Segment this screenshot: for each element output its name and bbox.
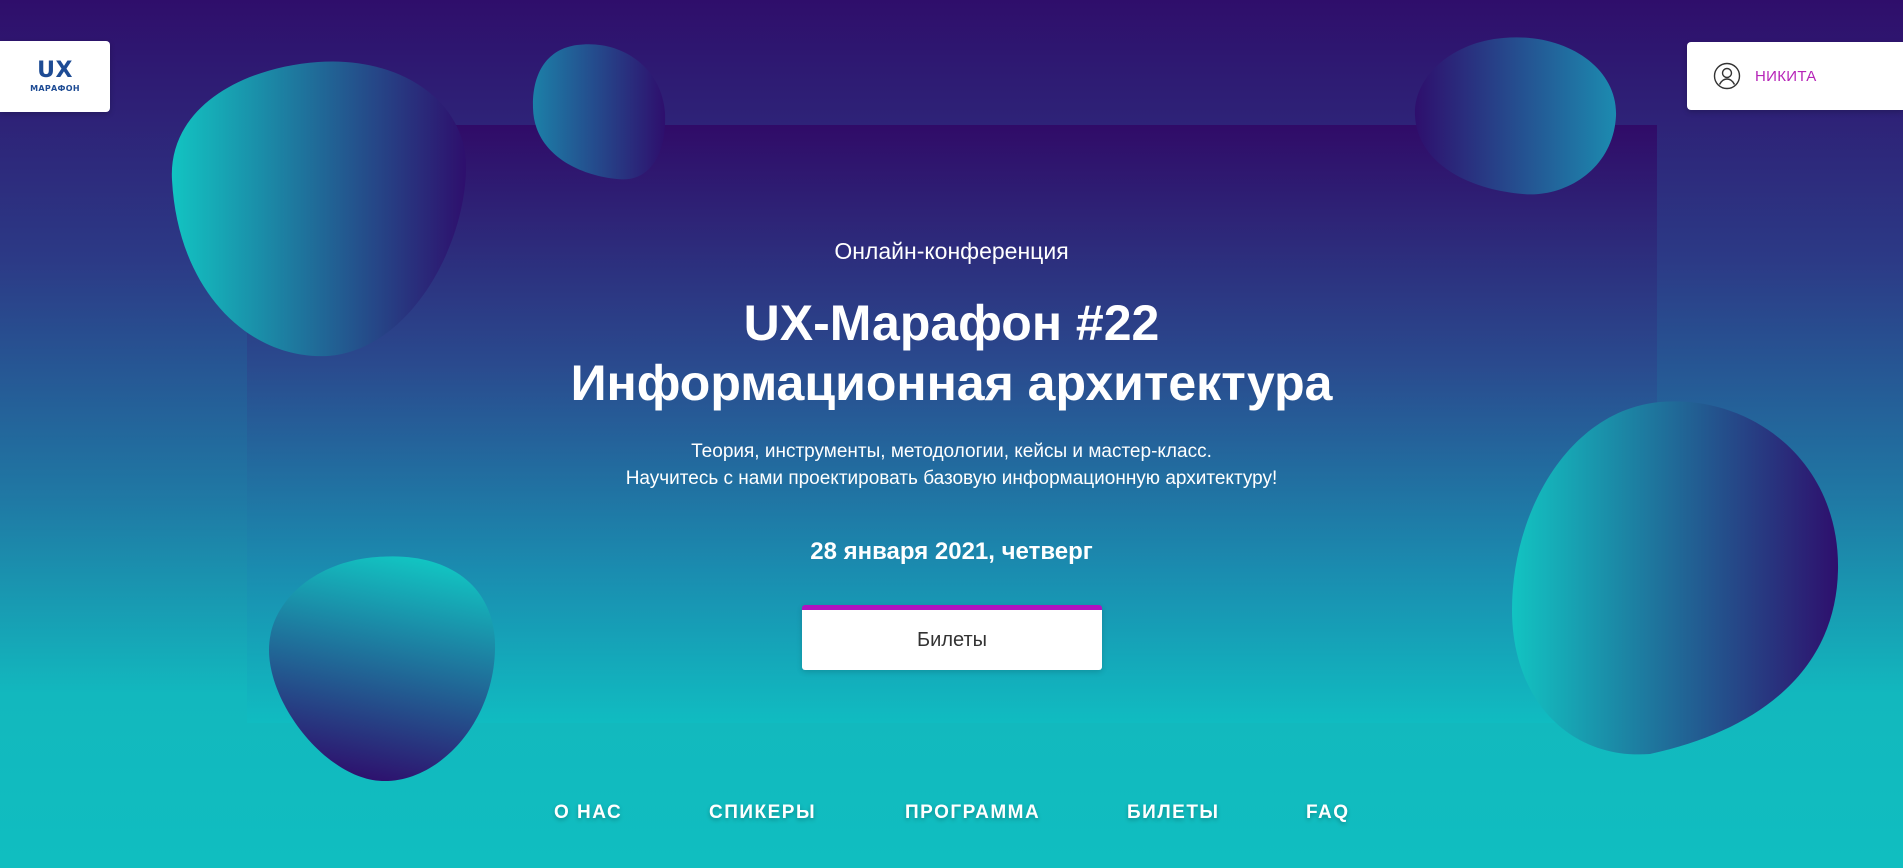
user-menu-button[interactable]: НИКИТА [1687, 42, 1903, 110]
blob-top-center [532, 43, 667, 181]
title-line-1: UX-Марафон #22 [743, 295, 1160, 351]
logo[interactable]: UX МАРАФОН [0, 41, 110, 112]
subtitle-line-1: Теория, инструменты, методологии, кейсы … [691, 441, 1212, 462]
nav-item-program[interactable]: ПРОГРАММА [905, 802, 1040, 824]
logo-main-text: UX [37, 58, 73, 83]
event-date: 28 января 2021, четверг [810, 538, 1093, 565]
nav-item-speakers[interactable]: СПИКЕРЫ [709, 802, 816, 824]
user-circle-icon [1713, 62, 1741, 90]
hero-subtitle: Теория, инструменты, методологии, кейсы … [0, 438, 1903, 492]
title-line-2: Информационная архитектура [570, 355, 1333, 411]
hero-eyebrow: Онлайн-конференция [834, 238, 1069, 264]
nav-item-faq[interactable]: FAQ [1306, 802, 1350, 824]
landing-page: UX МАРАФОН НИКИТА Онлайн-конференция UX-… [0, 0, 1903, 868]
nav-item-tickets[interactable]: БИЛЕТЫ [1127, 802, 1220, 824]
blob-bottom-left [267, 555, 497, 783]
bottom-nav: О НАС СПИКЕРЫ ПРОГРАММА БИЛЕТЫ FAQ [0, 802, 1903, 828]
nav-item-about[interactable]: О НАС [554, 802, 622, 824]
blob-top-right [1413, 36, 1618, 196]
tickets-button[interactable]: Билеты [802, 605, 1102, 670]
logo-sub-text: МАРАФОН [30, 84, 80, 93]
page-title: UX-Марафон #22 Информационная архитектур… [0, 293, 1903, 413]
subtitle-line-2: Научитесь с нами проектировать базовую и… [625, 468, 1278, 489]
user-name: НИКИТА [1755, 67, 1817, 85]
